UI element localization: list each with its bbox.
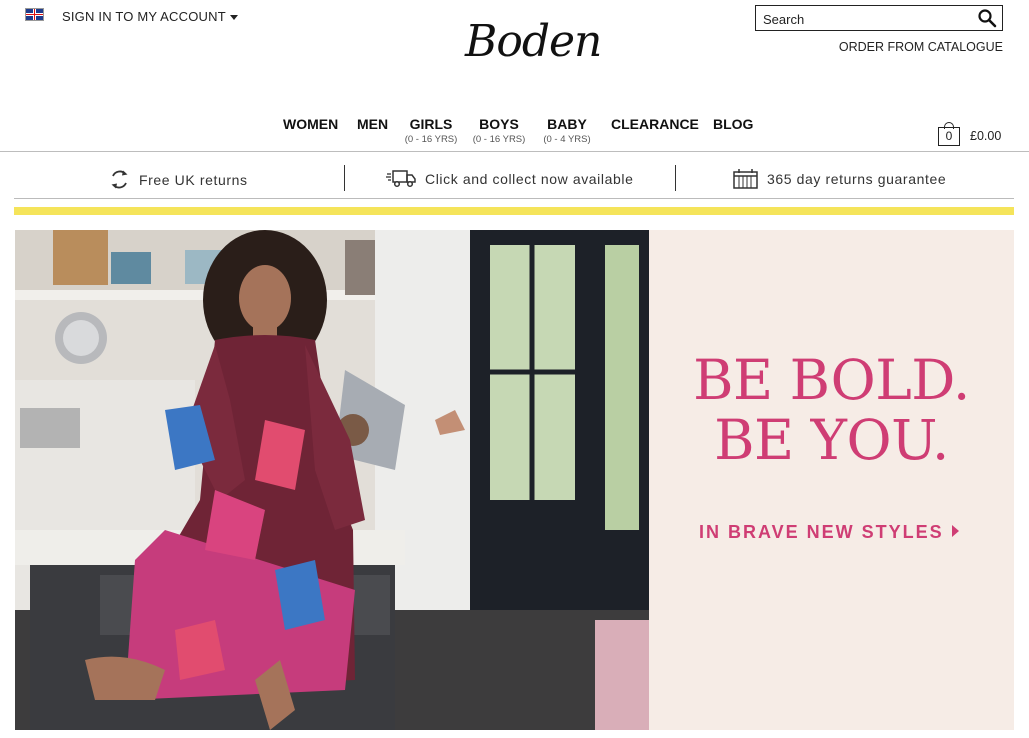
uk-flag-icon[interactable]: [25, 8, 44, 21]
usp-text: Free UK returns: [139, 171, 248, 188]
delivery-van-icon: [386, 170, 416, 188]
search-input[interactable]: [761, 7, 975, 31]
hero-headline-line2: BE YOU.: [714, 408, 949, 472]
nav-blog[interactable]: BLOG: [713, 116, 753, 132]
search-box[interactable]: [755, 5, 1003, 31]
nav-baby[interactable]: BABY (0 - 4 YRS): [538, 116, 596, 145]
nav-label: BLOG: [713, 116, 754, 132]
woman-in-kitchen-photo: [15, 230, 649, 730]
arrow-right-icon: [951, 525, 959, 537]
usp-free-returns[interactable]: Free UK returns: [109, 169, 248, 190]
returns-cycle-icon: [111, 170, 128, 189]
hero-headline-line1: BE BOLD.: [693, 348, 970, 412]
nav-age-range: (0 - 16 YRS): [404, 134, 458, 145]
shopping-bag-icon[interactable]: 0: [938, 122, 962, 146]
order-catalogue-link[interactable]: ORDER FROM CATALOGUE: [839, 40, 1003, 54]
usp-text: 365 day returns guarantee: [767, 171, 947, 187]
shop-new-styles-link[interactable]: IN BRAVE NEW STYLES: [699, 522, 959, 543]
nav-label: CLEARANCE: [611, 116, 699, 132]
main-nav: WOMEN MEN GIRLS (0 - 16 YRS) BOYS (0 - 16 …: [0, 116, 1029, 150]
site-header: SIGN IN TO MY ACCOUNT Boden ORDER FROM C…: [0, 0, 1029, 152]
cta-label: IN BRAVE NEW STYLES: [699, 522, 944, 542]
usp-click-collect[interactable]: Click and collect now available: [386, 169, 633, 188]
sign-in-link[interactable]: SIGN IN TO MY ACCOUNT: [62, 9, 238, 24]
usp-divider: [344, 165, 345, 191]
nav-label: WOMEN: [283, 116, 339, 132]
usp-text: Click and collect now available: [425, 170, 634, 187]
nav-clearance[interactable]: CLEARANCE: [611, 116, 699, 132]
nav-age-range: (0 - 4 YRS): [543, 134, 591, 145]
boden-logo[interactable]: Boden: [465, 16, 602, 67]
nav-label: BABY: [547, 116, 587, 132]
nav-men[interactable]: MEN: [357, 116, 388, 132]
usp-returns-guarantee[interactable]: 365 day returns guarantee: [733, 169, 946, 189]
sign-in-label: SIGN IN TO MY ACCOUNT: [62, 9, 226, 24]
nav-girls[interactable]: GIRLS (0 - 16 YRS): [402, 116, 460, 145]
divider: [14, 198, 1014, 199]
nav-women[interactable]: WOMEN: [283, 116, 338, 132]
nav-label: BOYS: [479, 116, 519, 132]
chevron-down-icon: [229, 15, 238, 21]
nav-label: MEN: [357, 116, 389, 132]
search-icon[interactable]: [977, 8, 997, 28]
nav-label: GIRLS: [409, 116, 453, 132]
basket-count: 0: [938, 127, 960, 146]
hero-banner[interactable]: BE BOLD. BE YOU. IN BRAVE NEW STYLES: [15, 230, 1014, 730]
hero-photo[interactable]: [15, 230, 649, 730]
calendar-icon: [733, 169, 758, 189]
nav-age-range: (0 - 16 YRS): [472, 134, 526, 145]
yellow-banner-strip: [14, 207, 1014, 215]
basket-total[interactable]: £0.00: [970, 129, 1001, 143]
usp-divider: [675, 165, 676, 191]
nav-boys[interactable]: BOYS (0 - 16 YRS): [470, 116, 528, 145]
usp-bar: Free UK returns Click and collect now av…: [0, 153, 1029, 203]
promo-panel[interactable]: BE BOLD. BE YOU. IN BRAVE NEW STYLES: [649, 230, 1014, 730]
